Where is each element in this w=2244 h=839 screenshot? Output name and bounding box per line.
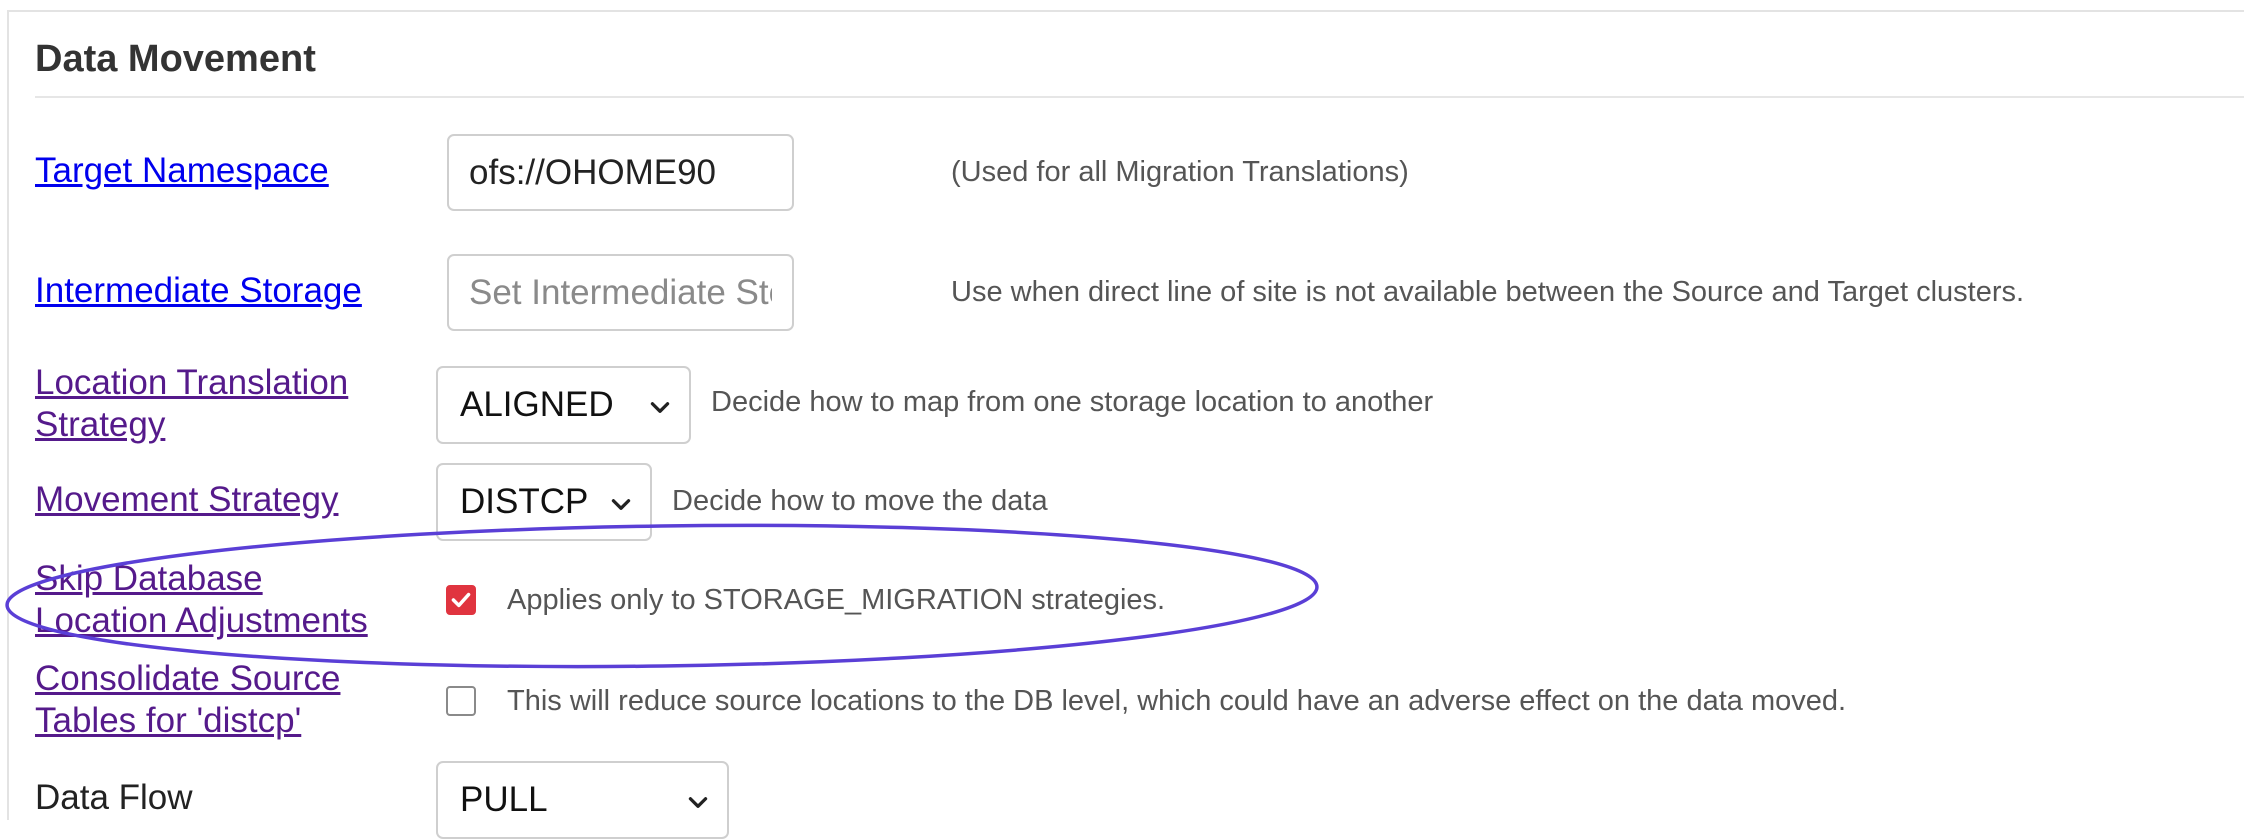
movement-strategy-label-link[interactable]: Movement Strategy [35,479,338,521]
location-translation-strategy-select[interactable]: ALIGNED [436,366,691,444]
section-title: Data Movement [35,38,316,80]
label-line-1: Location Translation [35,363,349,402]
select-value: PULL [460,780,548,819]
select-value: ALIGNED [460,385,614,424]
intermediate-storage-help: Use when direct line of site is not avai… [951,276,2025,308]
chevron-down-icon [611,499,631,510]
consolidate-source-tables-help: This will reduce source locations to the… [507,685,1847,717]
target-namespace-input[interactable] [447,134,794,211]
location-translation-strategy-label-link[interactable]: Location Translation Strategy [35,362,348,446]
select-value: DISTCP [460,482,589,521]
label-line-2: Strategy [35,405,166,444]
intermediate-storage-input[interactable] [447,254,794,331]
section-divider [35,96,2244,98]
target-namespace-help: (Used for all Migration Translations) [951,156,1409,188]
consolidate-source-tables-checkbox[interactable] [446,686,476,716]
chevron-down-icon [650,402,670,413]
target-namespace-label-link[interactable]: Target Namespace [35,150,329,192]
chevron-down-icon [688,797,708,808]
data-flow-select[interactable]: PULL [436,761,729,839]
annotation-ellipse [5,523,1319,669]
label-line-2: Tables for 'distcp' [35,701,302,740]
location-translation-strategy-help: Decide how to map from one storage locat… [711,386,1434,418]
data-flow-label: Data Flow [35,778,193,817]
top-border [7,10,2244,12]
movement-strategy-help: Decide how to move the data [672,485,1048,517]
intermediate-storage-label-link[interactable]: Intermediate Storage [35,270,362,312]
left-border [7,10,9,820]
